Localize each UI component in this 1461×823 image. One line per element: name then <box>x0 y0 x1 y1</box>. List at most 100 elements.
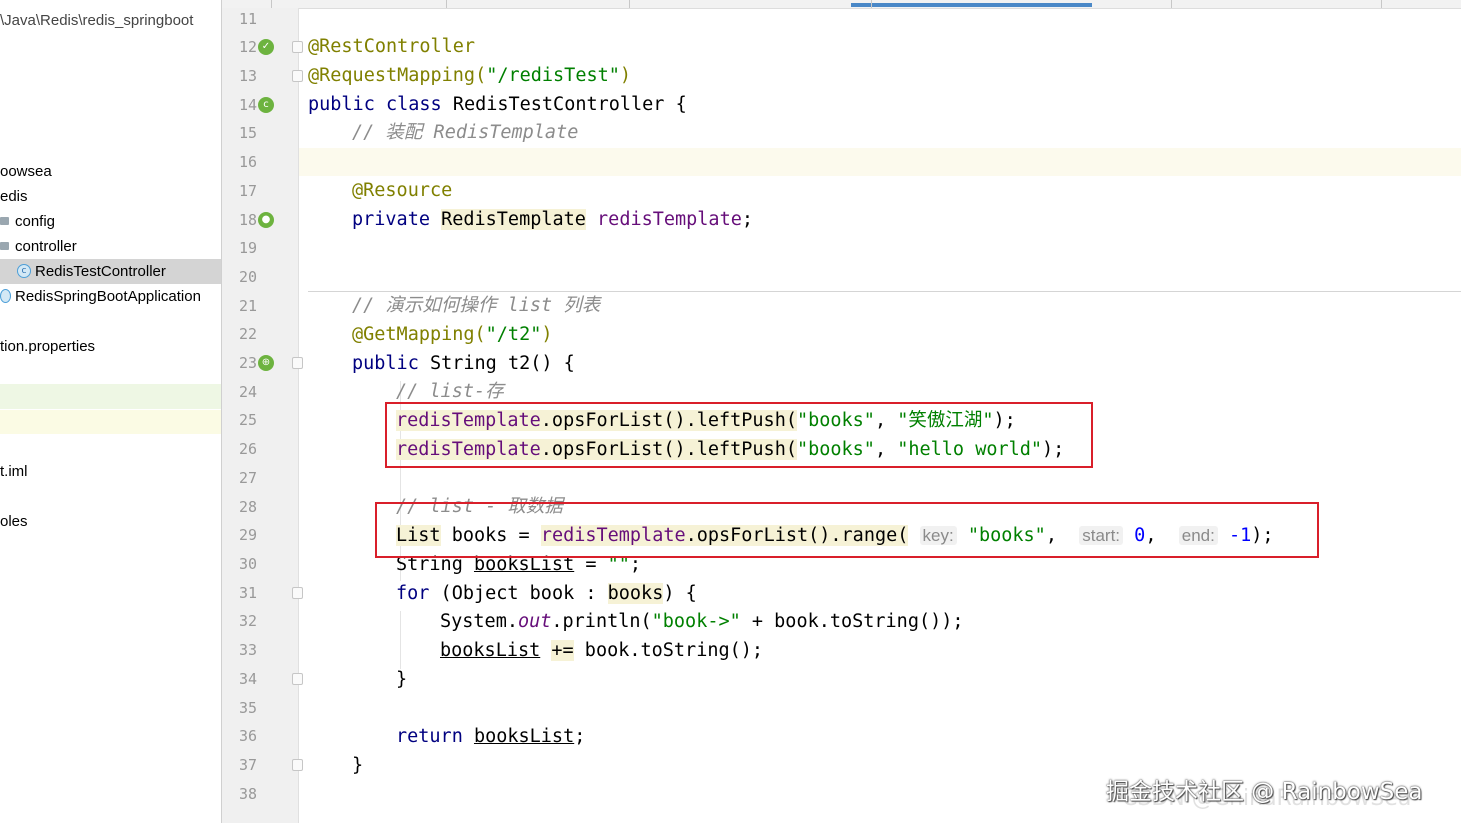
line-number: 11 <box>238 10 257 28</box>
code-line-37[interactable]: } <box>352 751 363 780</box>
class-icon: c <box>17 264 31 279</box>
variable-token: books <box>607 583 664 604</box>
line-number: 19 <box>238 239 257 257</box>
project-path: \Java\Redis\redis_springboot <box>0 12 194 29</box>
keyword-token: return <box>396 726 463 747</box>
code-line-17[interactable]: @Resource <box>352 176 452 205</box>
highlight-box-leftpush <box>385 402 1093 468</box>
annotation-token: @Resource <box>352 180 453 201</box>
annotation-token: @GetMapping( <box>352 324 486 345</box>
code-line-34[interactable]: } <box>396 665 407 694</box>
tree-item-package[interactable]: edis <box>0 184 28 209</box>
ide-window: \Java\Redis\redis_springboot oowsea edis… <box>0 0 1461 823</box>
line-number: 14 <box>238 96 257 114</box>
fold-icon[interactable] <box>292 357 303 369</box>
line-number: 12 <box>238 38 257 56</box>
tree-item-package[interactable]: oowsea <box>0 159 52 184</box>
fold-icon[interactable] <box>292 587 303 599</box>
line-number: 35 <box>238 699 257 717</box>
tree-item-redis-test-controller[interactable]: c RedisTestController <box>0 259 221 284</box>
tree-item-application[interactable]: RedisSpringBootApplication <box>0 284 201 309</box>
tree-item-label: tion.properties <box>0 338 96 355</box>
comment-token: // 演示如何操作 list 列表 <box>352 295 601 316</box>
code-line-23[interactable]: public String t2() { <box>352 349 575 378</box>
tree-item-config[interactable]: config <box>0 209 55 234</box>
punctuation: ) { <box>663 583 697 604</box>
annotation-token: @RequestMapping( <box>308 65 487 86</box>
tree-item-label: edis <box>0 188 28 205</box>
fold-icon[interactable] <box>292 673 303 685</box>
tree-highlight-row <box>0 384 221 409</box>
annotation-token: @RestController <box>308 36 476 57</box>
current-line-highlight <box>222 148 1461 176</box>
tree-item-iml[interactable]: t.iml <box>0 459 28 484</box>
line-number: 22 <box>238 325 257 343</box>
string-token: "/redisTest" <box>486 65 620 86</box>
line-number: 30 <box>238 555 257 573</box>
tree-item-label: config <box>15 213 56 230</box>
tree-item-properties[interactable]: tion.properties <box>0 334 95 359</box>
spring-bean-icon[interactable]: ● <box>258 212 274 228</box>
static-field-token: out <box>517 611 552 632</box>
folder-icon <box>0 217 9 226</box>
editor-tab-strip[interactable] <box>221 0 1461 9</box>
fold-icon[interactable] <box>292 759 303 771</box>
active-tab-indicator[interactable] <box>851 3 1092 7</box>
line-number: 20 <box>238 268 257 286</box>
keyword-token: for <box>396 583 430 604</box>
tree-item-controller[interactable]: controller <box>0 234 77 259</box>
keyword-token: public <box>352 353 419 374</box>
code-line-22[interactable]: @GetMapping("/t2") <box>352 320 553 349</box>
folder-icon <box>0 242 9 251</box>
code-line-31[interactable]: for (Object book : books) { <box>396 579 697 608</box>
tree-item-label: oowsea <box>0 163 52 180</box>
spring-bean-icon[interactable]: ✓ <box>258 39 274 55</box>
tree-item-label: RedisSpringBootApplication <box>15 288 201 305</box>
spring-bean-icon[interactable]: c <box>258 97 274 113</box>
code-line-32[interactable]: System.out.println("book->" + book.toStr… <box>440 607 964 636</box>
line-number: 21 <box>238 297 257 315</box>
line-number: 15 <box>238 124 257 142</box>
closing-brace: } <box>352 755 364 776</box>
punctuation: ; <box>574 726 586 747</box>
code-line-14[interactable]: public class RedisTestController { <box>308 90 687 119</box>
keyword-token: public <box>308 94 375 115</box>
tree-item-label: RedisTestController <box>35 263 166 280</box>
tree-item-label: t.iml <box>0 463 28 480</box>
annotation-token: ) <box>619 65 632 86</box>
fold-icon[interactable] <box>292 70 303 82</box>
line-number: 27 <box>238 469 257 487</box>
fold-icon[interactable] <box>292 41 303 53</box>
punctuation: ; <box>741 209 753 230</box>
tree-item-libraries[interactable]: oles <box>0 509 28 534</box>
line-number: 16 <box>238 153 257 171</box>
line-number: 32 <box>238 612 257 630</box>
method-call: book.toString(); <box>573 640 764 661</box>
code-line-33[interactable]: booksList += book.toString(); <box>440 636 763 665</box>
code-line-18[interactable]: private RedisTemplate redisTemplate; <box>352 205 753 234</box>
line-number: 34 <box>238 670 257 688</box>
class-reference: System. <box>440 611 518 632</box>
variable-token: booksList <box>473 726 575 747</box>
code-line-12[interactable]: @RestController <box>308 32 475 61</box>
line-number: 29 <box>238 526 257 544</box>
type-token: RedisTemplate <box>441 209 586 230</box>
comment-token: // list-存 <box>396 381 504 402</box>
code-line-13[interactable]: @RequestMapping("/redisTest") <box>308 61 631 90</box>
spring-mapping-icon[interactable]: ⊕ <box>258 355 274 371</box>
string-token: "/t2" <box>485 324 542 345</box>
code-line-21[interactable]: // 演示如何操作 list 列表 <box>352 291 600 320</box>
line-number: 18 <box>238 211 257 229</box>
line-number: 28 <box>238 498 257 516</box>
code-line-36[interactable]: return booksList; <box>396 722 585 751</box>
highlight-box-range <box>375 502 1319 558</box>
line-number: 33 <box>238 641 257 659</box>
code-line-15[interactable]: // 装配 RedisTemplate <box>352 118 578 147</box>
spring-boot-class-icon <box>0 289 11 304</box>
field-token: redisTemplate <box>597 209 742 230</box>
annotation-token: ) <box>541 324 553 345</box>
comment-token: // 装配 RedisTemplate <box>352 122 579 143</box>
closing-brace: } <box>396 669 408 690</box>
line-number: 26 <box>238 440 257 458</box>
line-number: 17 <box>238 182 257 200</box>
